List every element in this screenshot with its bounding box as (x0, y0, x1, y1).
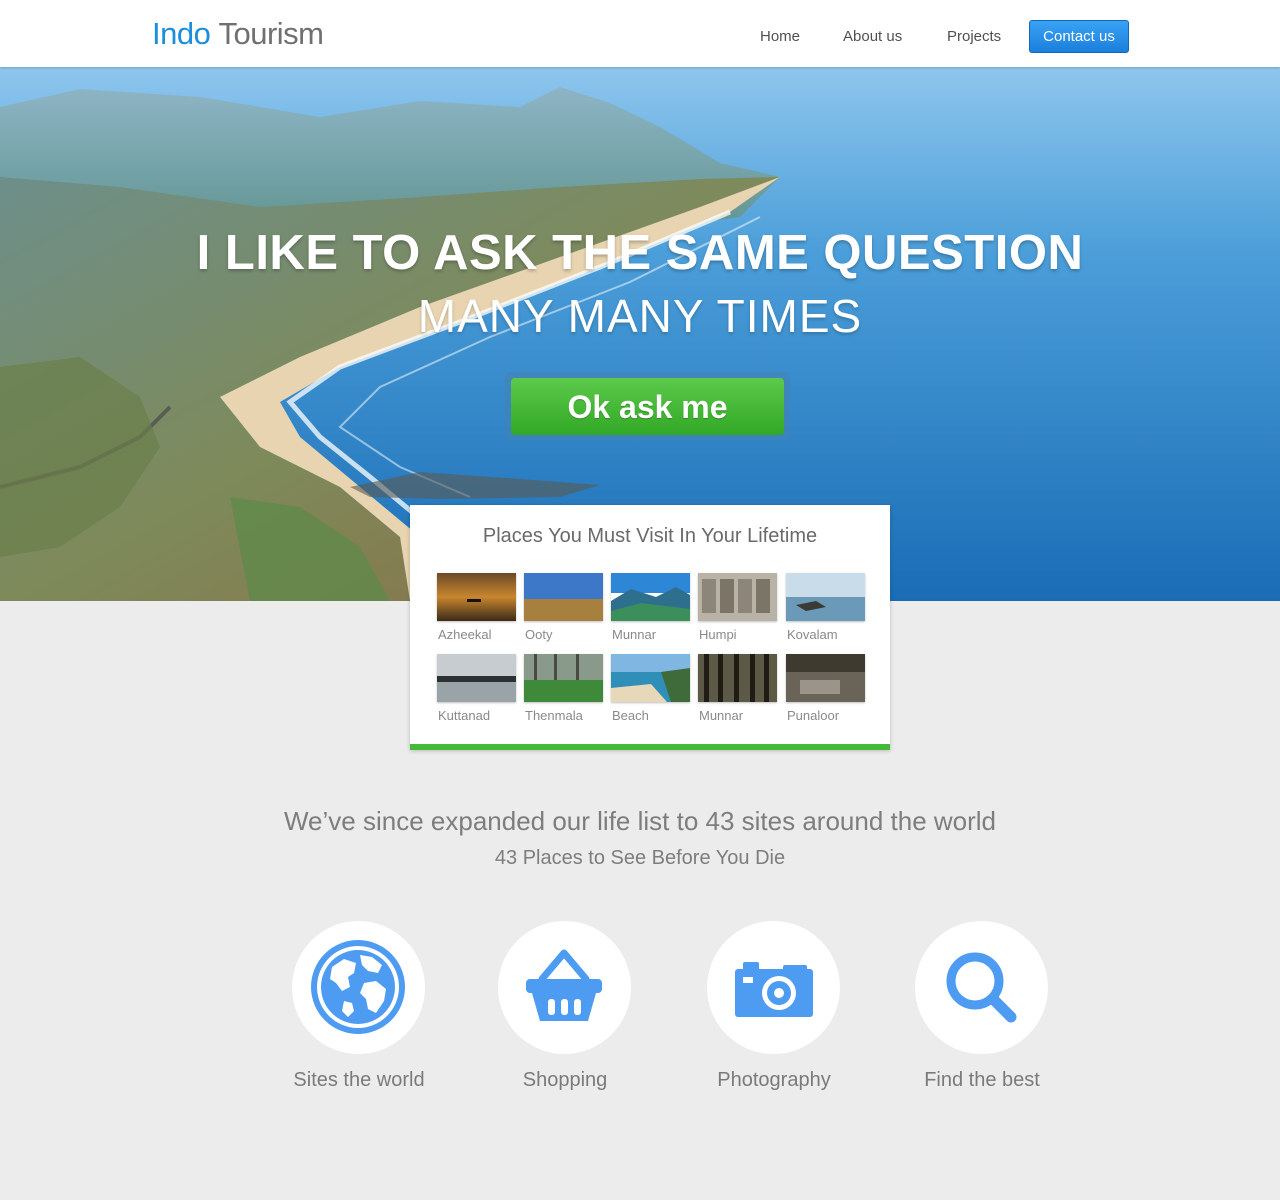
place-label: Punaloor (787, 708, 840, 723)
place-label: Beach (612, 708, 649, 723)
feature-icon-circle (915, 921, 1048, 1054)
place-item-munnar-2[interactable]: Munnar (698, 654, 778, 724)
nav-about-link[interactable]: About us (843, 20, 902, 53)
place-label: Humpi (699, 627, 737, 642)
places-card-title: Places You Must Visit In Your Lifetime (482, 525, 818, 547)
basket-icon (526, 949, 602, 1021)
feature-label: Photography (717, 1069, 831, 1091)
feature-label: Find the best (924, 1069, 1040, 1091)
place-item-beach[interactable]: Beach (611, 654, 691, 724)
place-thumbnail (611, 654, 690, 702)
place-thumbnail (524, 654, 603, 702)
main-nav: Home About us Projects Contact us (0, 20, 1280, 53)
place-thumbnail (437, 654, 516, 702)
place-thumbnail (786, 654, 865, 702)
place-item-kovalam[interactable]: Kovalam (786, 573, 866, 643)
camera-icon (735, 962, 813, 1017)
ok-ask-me-button[interactable]: Ok ask me (511, 378, 784, 435)
place-thumbnail (437, 573, 516, 621)
place-thumbnail (698, 654, 777, 702)
search-icon (946, 952, 1017, 1023)
place-label: Munnar (699, 708, 744, 723)
feature-icon-circle (498, 921, 631, 1054)
place-thumbnail (786, 573, 865, 621)
place-label: Thenmala (525, 708, 583, 723)
feature-icon-circle (292, 921, 425, 1054)
feature-label: Shopping (522, 1069, 608, 1091)
globe-icon (311, 940, 405, 1034)
place-label: Azheekal (438, 627, 492, 642)
place-item-azheekal[interactable]: Azheekal (437, 573, 517, 643)
place-item-ooty[interactable]: Ooty (524, 573, 604, 643)
place-label: Kovalam (787, 627, 838, 642)
feature-icon-circle (707, 921, 840, 1054)
place-label: Ooty (525, 627, 553, 642)
place-label: Kuttanad (438, 708, 491, 723)
hero-subtitle: MANY MANY TIMES (417, 290, 863, 342)
nav-home-link[interactable]: Home (760, 20, 800, 53)
place-thumbnail (698, 573, 777, 621)
card-accent-bar (410, 744, 890, 750)
place-item-thenmala[interactable]: Thenmala (524, 654, 604, 724)
feature-label: Sites the world (293, 1069, 425, 1091)
hero-title: I LIKE TO ASK THE SAME QUESTION (196, 226, 1084, 280)
feature-photography[interactable]: Photography (674, 921, 874, 1101)
feature-shopping[interactable]: Shopping (465, 921, 665, 1101)
place-thumbnail (611, 573, 690, 621)
place-item-humpi[interactable]: Humpi (698, 573, 778, 643)
section-subline: 43 Places to See Before You Die (494, 847, 786, 869)
places-card: Places You Must Visit In Your Lifetime A… (410, 505, 890, 750)
place-item-munnar[interactable]: Munnar (611, 573, 691, 643)
place-item-punaloor[interactable]: Punaloor (786, 654, 866, 724)
feature-sites-the-world[interactable]: Sites the world (259, 921, 459, 1101)
nav-projects-link[interactable]: Projects (947, 20, 1001, 53)
feature-find-the-best[interactable]: Find the best (882, 921, 1082, 1101)
place-item-kuttanad[interactable]: Kuttanad (437, 654, 517, 724)
place-thumbnail (524, 573, 603, 621)
contact-us-button[interactable]: Contact us (1029, 20, 1129, 53)
site-header: Indo Tourism Home About us Projects Cont… (0, 0, 1280, 67)
section-headline: We’ve since expanded our life list to 43… (283, 806, 997, 836)
place-label: Munnar (612, 627, 657, 642)
